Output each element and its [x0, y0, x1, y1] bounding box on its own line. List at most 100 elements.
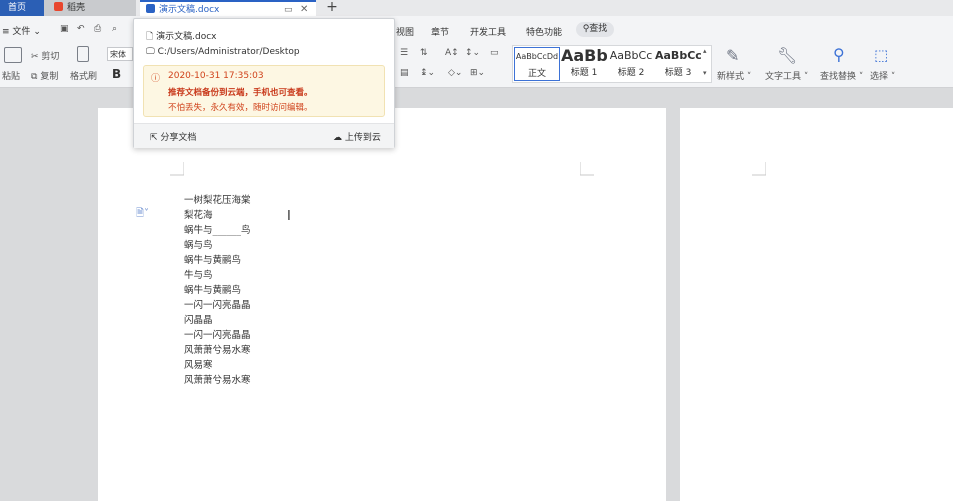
new-tab-label: + — [326, 0, 338, 15]
style-scroll-down-icon[interactable]: ▾ — [703, 69, 707, 77]
wrench-icon[interactable]: 🔧︎ — [777, 46, 797, 65]
print-preview-icon[interactable]: ⌕ — [112, 24, 117, 34]
document-line[interactable]: 蜗与鸟 — [184, 237, 213, 251]
find-replace-button[interactable]: 查找替换 ˅ — [820, 69, 863, 82]
document-line[interactable]: 梨花海 — [184, 207, 213, 221]
document-line[interactable]: 蜗牛与______鸟 — [184, 222, 251, 236]
style-heading-1[interactable]: AaBb 标题 1 — [561, 47, 607, 79]
style-normal-sample: AaBbCcDd — [515, 52, 559, 61]
line-spacing-menu-icon[interactable]: ↨⌄ — [420, 68, 435, 78]
select-cursor-icon[interactable]: ⬚ — [874, 46, 888, 64]
notice-sub: 不怕丢失，永久有效，随时访问编辑。 — [168, 103, 313, 113]
style-heading-1-sample: AaBb — [561, 47, 607, 65]
new-style-button[interactable]: 新样式 ˅ — [717, 69, 751, 82]
tab-home[interactable]: 首页 — [0, 0, 44, 16]
style-heading-3-sample: AaBbCc — [655, 49, 701, 62]
share-icon: ⇱ — [150, 133, 158, 143]
file-menu-label: 文件 — [12, 27, 31, 37]
document-line[interactable]: 闪晶晶 — [184, 312, 213, 326]
document-line[interactable]: 一树梨花压海棠 — [184, 192, 251, 206]
tab-daoke[interactable]: 稻壳 — [44, 0, 136, 16]
tab-document[interactable]: 演示文稿.docx ▭ ✕ — [140, 0, 316, 16]
document-line[interactable]: 风萧萧兮易水寒 — [184, 342, 251, 356]
style-scroll-up-icon[interactable]: ▴ — [703, 47, 707, 55]
cut-label: 剪切 — [41, 52, 60, 62]
style-heading-3[interactable]: AaBbCc 标题 3 — [655, 47, 701, 79]
menu-view-label: 视图 — [396, 28, 415, 38]
document-line[interactable]: 风易寒 — [184, 357, 213, 371]
hamburger-icon: ≡ — [2, 27, 10, 37]
menu-developer[interactable]: 开发工具 — [470, 25, 506, 38]
border-icon[interactable]: ⊞⌄ — [470, 68, 485, 78]
undo-icon[interactable]: ↶ — [77, 24, 85, 34]
format-painter-icon[interactable] — [77, 46, 89, 62]
document-page-2[interactable] — [680, 108, 953, 501]
search-label: 查找 — [589, 24, 608, 34]
font-family-select[interactable]: 宋体 — [107, 47, 133, 61]
align-justify-icon[interactable]: ▤ — [400, 68, 409, 78]
text-cursor-icon: I — [287, 209, 291, 224]
text-direction-icon[interactable]: A↕ — [445, 48, 459, 58]
tab-home-label: 首页 — [8, 3, 27, 13]
popup-filename: 演示文稿.docx — [156, 32, 217, 42]
style-heading-2[interactable]: AaBbCc 标题 2 — [608, 47, 654, 79]
new-style-label: 新样式 — [717, 72, 745, 82]
menu-chapter[interactable]: 章节 — [431, 25, 449, 38]
style-heading-3-label: 标题 3 — [664, 68, 692, 78]
share-label: 分享文档 — [160, 133, 197, 143]
indent-icon[interactable]: ☰ — [400, 48, 408, 58]
document-line[interactable]: 蜗牛与黄鹂鸟 — [184, 282, 241, 296]
style-normal-label: 正文 — [527, 69, 546, 79]
text-tools-button[interactable]: 文字工具 ˅ — [765, 69, 808, 82]
file-menu[interactable]: ≡ 文件 ⌄ — [2, 24, 41, 37]
popup-path: C:/Users/Administrator/Desktop — [157, 47, 300, 57]
copy-icon: ⧉ — [31, 72, 38, 82]
info-circle-icon: ⓘ — [151, 74, 161, 84]
copy-button[interactable]: ⧉ 复制 — [31, 69, 58, 82]
bold-button[interactable]: B — [112, 67, 121, 81]
save-icon[interactable]: ▣ — [60, 24, 69, 34]
share-document-button[interactable]: ⇱ 分享文档 — [150, 130, 196, 143]
notice-time: 2020-10-31 17:35:03 — [168, 71, 264, 81]
document-line[interactable]: 一闪一闪亮晶晶 — [184, 297, 251, 311]
menu-special-label: 特色功能 — [526, 28, 563, 38]
line-spacing-icon[interactable]: ↕⌄ — [465, 48, 480, 58]
paste-icon[interactable] — [4, 47, 22, 63]
paste-label[interactable]: 粘贴 — [2, 69, 20, 82]
popup-footer: ⇱ 分享文档 ☁ 上传到云 — [134, 123, 394, 148]
menu-special[interactable]: 特色功能 — [526, 25, 562, 38]
margin-corner-page2 — [752, 162, 766, 176]
new-tab-button[interactable]: + — [320, 0, 344, 16]
menu-chapter-label: 章节 — [431, 28, 450, 38]
notice-recommend[interactable]: 推荐文档备份到云端，手机也可查看。 — [168, 86, 313, 98]
document-line[interactable]: 蜗牛与黄鹂鸟 — [184, 252, 241, 266]
scissors-icon: ✂ — [31, 52, 39, 62]
document-line[interactable]: 一闪一闪亮晶晶 — [184, 327, 251, 341]
upload-cloud-button[interactable]: ☁ 上传到云 — [333, 130, 381, 143]
tab-document-label: 演示文稿.docx — [159, 5, 220, 15]
format-painter-label[interactable]: 格式刷 — [70, 69, 97, 82]
cut-button[interactable]: ✂ 剪切 — [31, 49, 59, 62]
print-icon[interactable]: ⎙ — [94, 24, 101, 34]
select-button[interactable]: 选择 ˅ — [870, 69, 895, 82]
document-line[interactable]: 风萧萧兮易水寒 — [184, 372, 251, 386]
menu-view[interactable]: 视图 — [396, 25, 414, 38]
font-family-value: 宋体 — [110, 50, 126, 59]
sort-icon[interactable]: ⇅ — [420, 48, 428, 58]
document-line[interactable]: 牛与鸟 — [184, 267, 213, 281]
popup-path-row[interactable]: 🖵︎ C:/Users/Administrator/Desktop — [146, 47, 300, 57]
magnifier-icon[interactable]: ⚲ — [833, 45, 845, 64]
style-heading-2-sample: AaBbCc — [609, 49, 653, 62]
upload-label: 上传到云 — [344, 133, 381, 143]
margin-corner-top-left — [170, 162, 184, 176]
show-marks-icon[interactable]: ▭ — [490, 48, 499, 58]
style-heading-1-label: 标题 1 — [570, 68, 598, 78]
paragraph-options-icon[interactable]: 🗎︎˅ — [136, 206, 149, 223]
search-button[interactable]: ⚲查找 — [576, 22, 614, 37]
style-normal[interactable]: AaBbCcDd 正文 — [514, 47, 560, 81]
chevron-down-icon: ⌄ — [33, 27, 41, 37]
shading-icon[interactable]: ◇⌄ — [448, 68, 462, 78]
copy-label: 复制 — [40, 72, 59, 82]
style-heading-2-label: 标题 2 — [617, 68, 645, 78]
new-style-icon[interactable]: ✎ — [726, 46, 739, 65]
